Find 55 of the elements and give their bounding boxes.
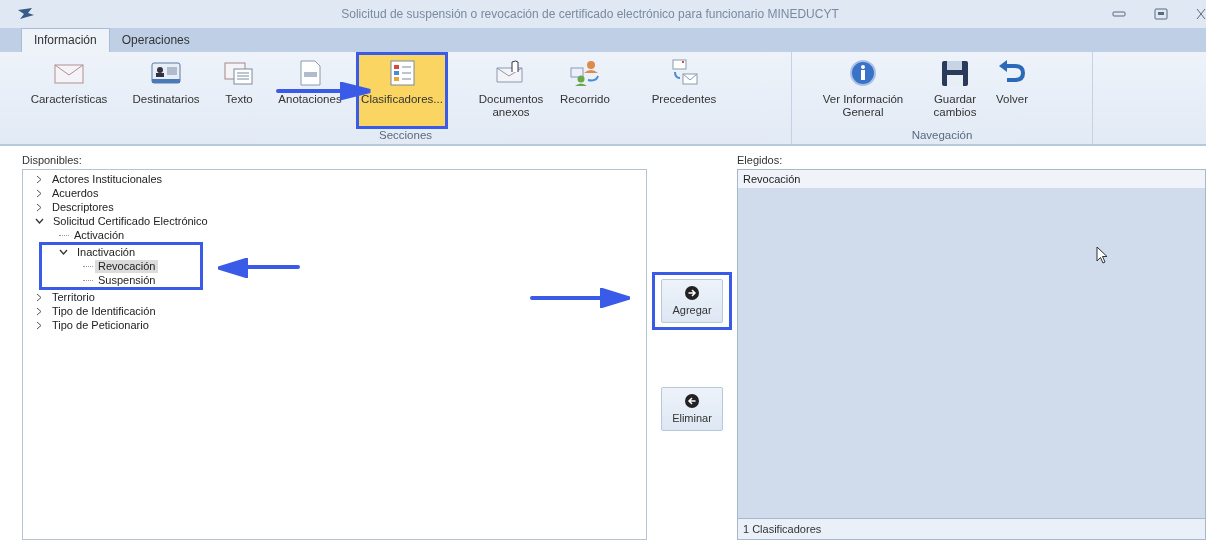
chevron-down-icon[interactable] bbox=[59, 248, 68, 256]
group-label: Navegación bbox=[911, 129, 973, 143]
ribbon-button[interactable]: Recorrido bbox=[555, 55, 615, 126]
ribbon-button[interactable]: Características bbox=[23, 55, 115, 126]
ribbon-tab[interactable]: Información bbox=[21, 28, 110, 52]
tree-item[interactable]: Revocación bbox=[95, 259, 159, 273]
list-item[interactable]: Revocación bbox=[738, 170, 1205, 188]
chevron-right-icon[interactable] bbox=[35, 292, 43, 302]
chevron-right-icon[interactable] bbox=[35, 320, 43, 330]
tree-item[interactable]: Inactivación bbox=[74, 245, 139, 259]
cursor-icon bbox=[1096, 246, 1108, 264]
ribbon-button[interactable]: Destinatarios bbox=[121, 55, 211, 126]
save-icon bbox=[940, 59, 970, 87]
move-button[interactable]: Agregar bbox=[661, 279, 723, 323]
close-button[interactable] bbox=[1196, 8, 1206, 20]
ribbon-button[interactable]: Precedentes bbox=[635, 55, 733, 126]
contact-card-icon bbox=[151, 59, 181, 87]
tree-item[interactable]: Acuerdos bbox=[49, 186, 102, 200]
move-button[interactable]: Eliminar bbox=[661, 387, 723, 431]
list-label: Elegidos: bbox=[737, 154, 784, 166]
ribbon-button[interactable]: Ver Información General bbox=[817, 55, 909, 126]
envelope-phone-icon bbox=[669, 59, 699, 87]
maximize-button[interactable] bbox=[1154, 8, 1168, 20]
app-icon bbox=[16, 7, 36, 21]
chevron-right-icon[interactable] bbox=[35, 202, 43, 212]
status-text: 1 Clasificadores bbox=[738, 518, 1205, 539]
arrow-left-icon bbox=[685, 394, 699, 408]
ribbon-button[interactable]: Texto bbox=[217, 55, 261, 126]
info-icon bbox=[848, 59, 878, 87]
ribbon-button[interactable]: Clasificadores... bbox=[359, 55, 445, 126]
ribbon-tab[interactable]: Operaciones bbox=[109, 29, 202, 52]
ribbon-button[interactable]: Documentos anexos bbox=[473, 55, 549, 126]
tree-item[interactable]: Descriptores bbox=[49, 200, 117, 214]
chevron-right-icon[interactable] bbox=[35, 306, 43, 316]
document-icon bbox=[224, 59, 254, 87]
list-icon bbox=[387, 59, 417, 87]
minimize-button[interactable] bbox=[1112, 10, 1126, 18]
tree-item[interactable]: Activación bbox=[71, 228, 128, 242]
people-icon bbox=[570, 59, 600, 87]
arrow-right-icon bbox=[685, 286, 699, 300]
group-label: Secciones bbox=[378, 129, 433, 143]
ribbon-button[interactable]: Guardar cambios bbox=[927, 55, 983, 126]
ribbon-button[interactable]: Anotaciones bbox=[267, 55, 353, 126]
tree-item[interactable]: Solicitud Certificado Electrónico bbox=[50, 214, 211, 228]
tree-item[interactable]: Actores Institucionales bbox=[49, 172, 166, 186]
ribbon-button[interactable]: Volver bbox=[989, 55, 1035, 126]
chevron-right-icon[interactable] bbox=[35, 188, 43, 198]
window-title: Solicitud de suspensión o revocación de certificado electrónico para funcionario MINEDUCYT bbox=[340, 7, 840, 21]
chevron-right-icon[interactable] bbox=[35, 174, 43, 184]
tree-item[interactable]: Suspensión bbox=[95, 273, 159, 287]
tree-item[interactable]: Tipo de Identificación bbox=[49, 304, 159, 318]
list-label: Disponibles: bbox=[22, 154, 83, 166]
chevron-down-icon[interactable] bbox=[35, 217, 44, 225]
tree-item[interactable]: Territorio bbox=[49, 290, 98, 304]
tree-item[interactable]: Tipo de Peticionario bbox=[49, 318, 152, 332]
